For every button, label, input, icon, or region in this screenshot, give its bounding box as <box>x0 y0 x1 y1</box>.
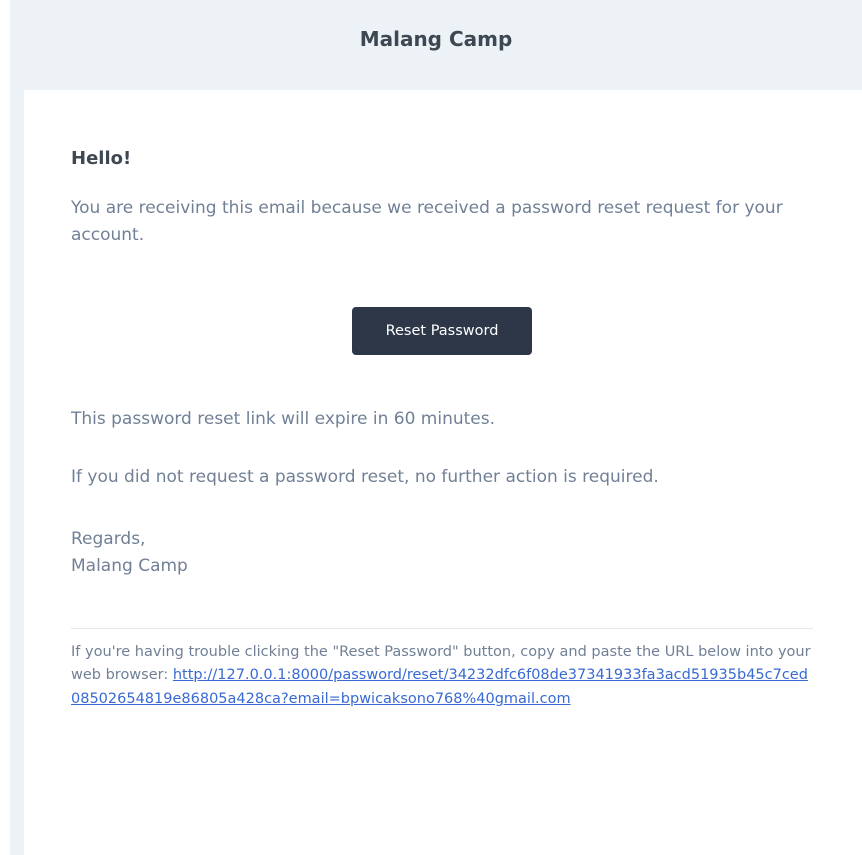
divider <box>71 628 813 629</box>
greeting-heading: Hello! <box>71 148 132 169</box>
reset-password-button[interactable]: Reset Password <box>352 307 532 355</box>
no-action-paragraph: If you did not request a password reset,… <box>71 467 659 487</box>
header-title[interactable]: Malang Camp <box>360 27 513 51</box>
page: Malang Camp Hello! You are receiving thi… <box>0 0 862 855</box>
regards-block: Regards, Malang Camp <box>71 526 813 580</box>
regards-text: Regards, <box>71 529 146 549</box>
button-row: Reset Password <box>71 307 813 355</box>
email-header: Malang Camp <box>10 0 862 90</box>
email-wrapper: Malang Camp Hello! You are receiving thi… <box>10 0 862 855</box>
subcopy-paragraph: If you're having trouble clicking the "R… <box>71 641 813 711</box>
email-body-card: Hello! You are receiving this email beca… <box>24 90 862 855</box>
intro-paragraph: You are receiving this email because we … <box>71 198 783 246</box>
signature-text: Malang Camp <box>71 556 188 577</box>
reset-url-link[interactable]: http://127.0.0.1:8000/password/reset/342… <box>71 667 808 706</box>
expire-paragraph: This password reset link will expire in … <box>71 409 496 429</box>
